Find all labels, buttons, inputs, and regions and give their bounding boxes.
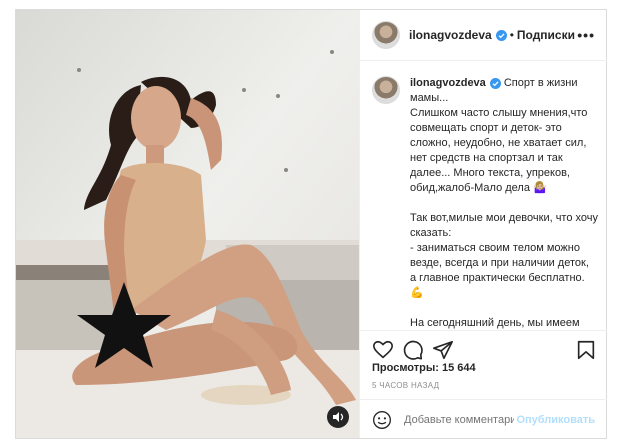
caption-area: ilonagvozdeva Спорт в жизни мамы... Слиш…	[360, 60, 607, 330]
caption-username[interactable]: ilonagvozdeva	[410, 77, 486, 89]
following-button[interactable]: Подписки	[517, 28, 575, 42]
photo-scene	[16, 10, 359, 438]
sound-icon	[333, 412, 344, 422]
post-modal: ilonagvozdeva • Подписки ••• ilonagvozde…	[15, 9, 607, 439]
separator-dot: •	[509, 28, 514, 42]
verified-icon	[495, 29, 507, 41]
caption-text: ilonagvozdeva Спорт в жизни мамы... Слиш…	[410, 76, 598, 330]
publish-button[interactable]: Опубликовать	[516, 414, 595, 426]
username-link[interactable]: ilonagvozdeva	[409, 28, 492, 42]
caption-avatar[interactable]	[372, 76, 400, 104]
heart-icon[interactable]	[372, 339, 394, 361]
caption-body: Слишком часто слышу мнения,что совмещать…	[410, 107, 599, 329]
post-header: ilonagvozdeva • Подписки •••	[360, 10, 607, 61]
share-icon[interactable]	[432, 339, 454, 361]
comment-input[interactable]	[402, 412, 516, 427]
post-timestamp[interactable]: 5 ЧАСОВ НАЗАД	[372, 381, 439, 390]
views-count[interactable]: Просмотры: 15 644	[372, 362, 476, 374]
avatar[interactable]	[372, 21, 400, 49]
comment-bar: Опубликовать	[360, 399, 607, 439]
bookmark-icon[interactable]	[575, 339, 597, 361]
verified-icon	[489, 77, 501, 89]
post-sidebar: ilonagvozdeva • Подписки ••• ilonagvozde…	[359, 10, 607, 438]
post-photo[interactable]	[16, 10, 359, 438]
comment-icon[interactable]	[402, 339, 424, 361]
more-options-button[interactable]: •••	[577, 27, 595, 43]
emoji-icon[interactable]	[372, 410, 392, 430]
sound-toggle-button[interactable]	[327, 406, 349, 428]
